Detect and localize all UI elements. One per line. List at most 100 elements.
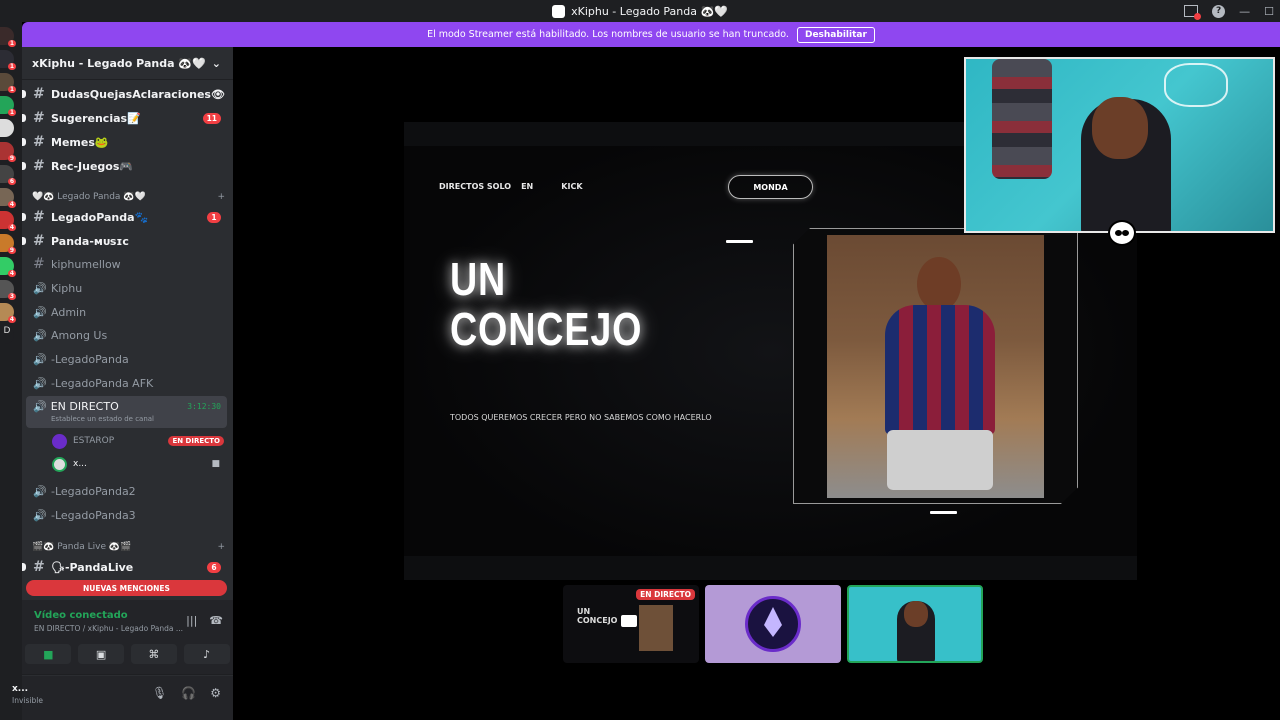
- hash-icon: #: [33, 134, 45, 150]
- headline-line-2: CONCEJO: [450, 303, 643, 355]
- server-icon-7[interactable]: 4: [0, 188, 16, 208]
- server-badge: 9: [7, 247, 16, 254]
- gear-icon[interactable]: ⚙: [210, 686, 221, 700]
- user-panel: x... Invisible 🎙 🎧 ⚙: [12, 676, 233, 720]
- streamer-face: [1092, 97, 1148, 159]
- activity-button[interactable]: ⌘: [130, 644, 177, 664]
- server-icon-10[interactable]: 4: [0, 257, 16, 277]
- tile-preview-line-1: UN: [577, 607, 591, 616]
- slide-headline: UN CONCEJO: [450, 254, 642, 354]
- server-icon-3[interactable]: 1: [0, 96, 16, 116]
- help-icon[interactable]: ?: [1212, 4, 1226, 18]
- mention-badge: 6: [207, 561, 221, 573]
- avatar-tile[interactable]: [705, 585, 841, 663]
- webcam-overlay: [964, 57, 1275, 233]
- screen-share-button[interactable]: ▣: [78, 644, 125, 664]
- add-channel-icon[interactable]: +: [217, 542, 225, 552]
- server-icon-8[interactable]: 4: [0, 211, 16, 231]
- hash-icon: #: [33, 209, 45, 225]
- voice-channel-item[interactable]: 🔊 Kiphu: [26, 277, 227, 299]
- server-badge: 4: [7, 201, 16, 208]
- speaker-icon: 🔊: [33, 305, 47, 319]
- category-legado-panda[interactable]: 🤍🐼 Legado Panda 🐼🤍 +: [32, 189, 225, 205]
- voice-channel-item[interactable]: 🔊 Among Us: [26, 324, 227, 346]
- server-icon-2[interactable]: 1: [0, 73, 16, 93]
- voice-connection-panel: Vídeo conectado EN DIRECTO / xKiphu - Le…: [22, 600, 233, 675]
- voice-channel-item[interactable]: 🔊 Admin: [26, 301, 227, 323]
- window-titlebar: xKiphu - Legado Panda 🐼🤍 ? — ☐: [0, 0, 1280, 22]
- voice-channel-item[interactable]: 🔊 -LegadoPanda2: [26, 480, 227, 502]
- channel-item[interactable]: # Panda-ᴍᴜsɪᴄ: [22, 230, 227, 252]
- speaker-icon: 🔊: [33, 352, 47, 366]
- channel-item[interactable]: # 🗣-PandaLive 6: [22, 556, 227, 578]
- channel-label: LegadoPanda🐾: [51, 210, 149, 224]
- server-icon-6[interactable]: 6: [0, 165, 16, 185]
- camera-button[interactable]: ■: [25, 644, 72, 664]
- tile-preview-line-2: CONCEJO: [577, 616, 618, 625]
- server-badge: 1: [7, 109, 16, 116]
- voice-channel-item[interactable]: 🔊 -LegadoPanda AFK: [26, 372, 227, 394]
- headphones-icon[interactable]: 🎧: [181, 686, 196, 700]
- user-name[interactable]: x...: [12, 684, 28, 694]
- inbox-icon[interactable]: [1184, 5, 1202, 20]
- channel-item[interactable]: # DudasQuejasAclaraciones👁: [22, 83, 227, 105]
- server-badge: 6: [7, 178, 16, 185]
- speaker-icon: 🔊: [33, 508, 47, 522]
- mention-badge: 1: [207, 211, 221, 223]
- tile-preview-photo: [639, 605, 673, 651]
- guild-header[interactable]: xKiphu - Legado Panda 🐼🤍 ⌄: [22, 47, 233, 80]
- portrait-photo: [827, 235, 1044, 498]
- voice-channel-en-directo[interactable]: 🔊 EN DIRECTO Establece un estado de canal…: [26, 396, 227, 428]
- disable-button[interactable]: Deshabilitar: [796, 26, 875, 43]
- slide-nav: DIRECTOS SOLO EN KICK: [439, 182, 593, 191]
- server-badge: 1: [7, 63, 16, 70]
- call-timer: 3:12:30: [187, 402, 221, 411]
- server-icon-12[interactable]: 4: [0, 303, 16, 323]
- maximize-button[interactable]: ☐: [1264, 5, 1274, 18]
- user-status: Invisible: [12, 696, 43, 705]
- server-icon-13[interactable]: D: [0, 326, 14, 344]
- server-icon-11[interactable]: 3: [0, 280, 16, 300]
- voice-member[interactable]: x... ■: [52, 454, 224, 474]
- member-name: x...: [73, 459, 87, 469]
- noise-suppression-icon[interactable]: |||: [186, 614, 197, 627]
- soundboard-button[interactable]: ♪: [183, 644, 230, 664]
- unread-indicator: [22, 213, 26, 221]
- server-icon-4[interactable]: [0, 119, 14, 137]
- server-badge: 4: [7, 270, 16, 277]
- server-icon-1[interactable]: 1: [0, 50, 16, 70]
- voice-member[interactable]: ESTAROP EN DIRECTO: [52, 431, 224, 451]
- banner-text: El modo Streamer está habilitado. Los no…: [427, 29, 789, 40]
- channel-label: -LegadoPanda AFK: [51, 376, 154, 390]
- channel-status[interactable]: Establece un estado de canal: [51, 415, 227, 423]
- channel-item[interactable]: # Sugerencias📝 11: [22, 107, 227, 129]
- channel-label: Kiphu: [51, 281, 83, 295]
- webcam-tile[interactable]: [847, 585, 983, 663]
- minimize-button[interactable]: —: [1239, 5, 1250, 18]
- voice-channel-item[interactable]: 🔊 -LegadoPanda: [26, 348, 227, 370]
- channel-item[interactable]: # kiphumellow: [26, 253, 227, 275]
- add-channel-icon[interactable]: +: [217, 192, 225, 202]
- voice-channel-item[interactable]: 🔊 -LegadoPanda3: [26, 504, 227, 526]
- video-camera-icon: ■: [43, 647, 54, 661]
- server-icon-5[interactable]: 9: [0, 142, 16, 162]
- server-icon-9[interactable]: 9: [0, 234, 16, 254]
- category-panda-live[interactable]: 🎬🐼 Panda Live 🐼🎬 +: [32, 539, 225, 555]
- channel-label: Memes🐸: [51, 135, 109, 149]
- voice-status[interactable]: Vídeo conectado: [34, 610, 128, 621]
- channel-label: kiphumellow: [51, 257, 121, 271]
- channel-item[interactable]: # LegadoPanda🐾 1: [22, 206, 227, 228]
- disconnect-icon[interactable]: ☎: [209, 614, 223, 627]
- channel-item[interactable]: # Rec-Juegos🎮: [22, 155, 227, 177]
- speaker-icon: 🔊: [33, 400, 47, 413]
- live-badge: EN DIRECTO: [168, 436, 224, 446]
- voice-location[interactable]: EN DIRECTO / xKiphu - Legado Panda ...: [34, 624, 183, 633]
- microphone-icon[interactable]: 🎙: [152, 686, 167, 700]
- new-mentions-button[interactable]: NUEVAS MENCIONES: [26, 580, 227, 596]
- channel-item[interactable]: # Memes🐸: [22, 131, 227, 153]
- speaker-icon: 🔊: [33, 328, 47, 342]
- member-name: ESTAROP: [73, 436, 115, 446]
- speaker-icon: 🔊: [33, 281, 47, 295]
- stream-tile[interactable]: UN CONCEJO EN DIRECTO: [563, 585, 699, 663]
- server-icon-0[interactable]: 1: [0, 27, 16, 47]
